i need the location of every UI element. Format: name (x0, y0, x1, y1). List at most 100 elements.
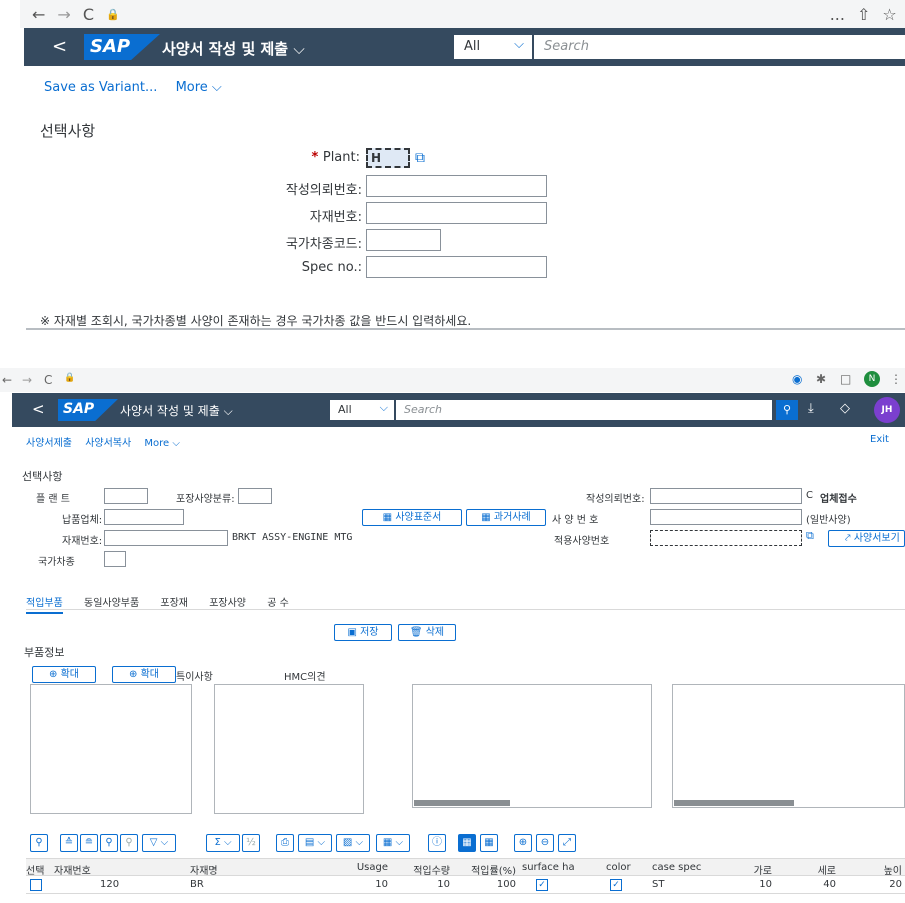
app-title[interactable]: 사양서 작성 및 제출 ⌵ (162, 38, 305, 59)
submit-spec-button[interactable]: 사양서제출 (26, 438, 72, 449)
material-no-label: 자재번호: (309, 210, 362, 225)
table-row[interactable]: 120 BR 10 10 100 ✓ ✓ ST 10 40 20 (26, 876, 905, 894)
zoom-button-2[interactable]: ⊕ 확대 (112, 666, 176, 683)
filter-icon[interactable]: ▽ ⌵ (142, 834, 176, 852)
export-icon[interactable]: ▨ ⌵ (336, 834, 370, 852)
back-icon[interactable]: < (32, 400, 45, 418)
browser-forward-icon[interactable]: → (22, 373, 32, 387)
scope-value: All (464, 39, 481, 54)
search-scope-select[interactable]: All ⌵ (330, 400, 394, 420)
request-no-field[interactable] (366, 175, 547, 197)
window-icon[interactable]: □ (840, 372, 851, 386)
row-select-checkbox[interactable] (30, 879, 42, 891)
print-icon[interactable]: ⎙ (276, 834, 294, 852)
find-icon[interactable]: ⚲ (100, 834, 118, 852)
delete-row-icon[interactable]: ⊖ (536, 834, 554, 852)
save-as-variant-button[interactable]: Save as Variant... (44, 80, 157, 95)
app-title[interactable]: 사양서 작성 및 제출 ⌵ (120, 402, 233, 419)
tab-packed-parts[interactable]: 적입부품 (26, 598, 63, 614)
save-button[interactable]: ▣ 저장 (334, 624, 392, 641)
material-no-field[interactable] (366, 202, 547, 224)
country-field[interactable] (104, 551, 126, 567)
layout-icon[interactable]: ▦ ⌵ (376, 834, 410, 852)
vendor-field[interactable] (104, 509, 184, 525)
col-header-surface: surface ha (522, 862, 575, 873)
request-no-field[interactable] (650, 488, 802, 504)
request-no-label: 작성의뢰번호: (586, 494, 645, 505)
details-icon[interactable]: ⚲ (30, 834, 48, 852)
spec-no-field[interactable] (650, 509, 802, 525)
browser-back-icon[interactable]: ← (32, 5, 45, 24)
scrollbar[interactable] (414, 800, 510, 806)
avatar[interactable]: JH (874, 397, 900, 423)
sort-asc-icon[interactable]: ≙ (60, 834, 78, 852)
special-notes-textarea[interactable] (30, 684, 192, 814)
delete-button[interactable]: 🗑 삭제 (398, 624, 456, 641)
fullscreen-icon[interactable]: ⤢ (558, 834, 576, 852)
zoom-icon: ⊕ (49, 669, 61, 680)
value-help-icon[interactable]: ⧉ (415, 150, 425, 166)
exit-button[interactable]: Exit (870, 434, 889, 445)
app-title-text: 사양서 작성 및 제출 (120, 404, 220, 418)
material-field[interactable] (104, 530, 228, 546)
extension-icon[interactable]: ◉ (792, 372, 802, 386)
zoom-button-1[interactable]: ⊕ 확대 (32, 666, 96, 683)
back-icon[interactable]: < (52, 36, 67, 57)
tab-labor[interactable]: 공 수 (267, 598, 289, 609)
color-checkbox[interactable]: ✓ (610, 879, 622, 891)
share-icon[interactable]: ⇧ (857, 5, 870, 24)
tab-packaging-spec[interactable]: 포장사양 (209, 598, 246, 609)
value-help-icon[interactable]: ⧉ (806, 529, 814, 543)
scrollbar[interactable] (674, 800, 794, 806)
add-row-icon[interactable]: ⊕ (514, 834, 532, 852)
applied-spec-field[interactable] (650, 530, 802, 546)
find-next-icon[interactable]: ⚲ (120, 834, 138, 852)
cell-material-name: BR (190, 879, 204, 890)
menu-icon[interactable]: ⋮ (890, 372, 902, 386)
more-button[interactable]: More ⌵ (144, 438, 180, 449)
past-case-button[interactable]: ▦ 과거사례 (466, 509, 546, 526)
more-button[interactable]: More ⌵ (176, 80, 222, 95)
search-input[interactable]: Search (534, 35, 905, 59)
tab-packaging-material[interactable]: 포장재 (160, 598, 188, 609)
std-doc-button[interactable]: ▦ 사양표준서 (362, 509, 462, 526)
col-header-select: 선택 (26, 866, 45, 877)
hmc-opinion-textarea[interactable] (214, 684, 364, 814)
search-input[interactable]: Search (396, 400, 772, 420)
lock-icon: 🔒 (105, 7, 120, 21)
browser-reload-icon[interactable]: C (44, 373, 52, 387)
profile-icon[interactable]: N (864, 371, 880, 387)
country-code-field[interactable] (366, 229, 441, 251)
browser-reload-icon[interactable]: C (83, 5, 94, 24)
parts-info-title: 부품정보 (24, 646, 65, 659)
document-icon: ▦ (382, 512, 396, 523)
browser-more-icon[interactable]: ... (830, 5, 845, 24)
cell-height: 20 (889, 879, 902, 890)
sort-desc-icon[interactable]: ≘ (80, 834, 98, 852)
select-all-icon[interactable]: ▦ (458, 834, 476, 852)
subtotal-icon[interactable]: ½ (242, 834, 260, 852)
view-icon[interactable]: ▤ ⌵ (298, 834, 332, 852)
spec-no-field[interactable] (366, 256, 547, 278)
spec-view-button[interactable]: ⤤ 사양서보기 (828, 530, 905, 547)
plant-field[interactable]: H (366, 148, 410, 168)
notification-icon[interactable]: ◇ (840, 401, 850, 416)
stage: ← → C 🔒 ... ⇧ ☆ < SAP 사양서 작성 및 제출 ⌵ All … (0, 0, 905, 903)
tab-same-spec-parts[interactable]: 동일사양부품 (84, 598, 139, 609)
surface-checkbox[interactable]: ✓ (536, 879, 548, 891)
search-scope-select[interactable]: All ⌵ (454, 35, 532, 59)
copy-spec-button[interactable]: 사양서복사 (85, 438, 131, 449)
col-header-qty: 적입수량 (413, 866, 450, 877)
deselect-all-icon[interactable]: ▦ (480, 834, 498, 852)
browser-forward-icon[interactable]: → (57, 5, 70, 24)
plant-label: 플 랜 트 (36, 494, 70, 505)
plant-field[interactable] (104, 488, 148, 504)
browser-back-icon[interactable]: ← (2, 373, 12, 387)
search-icon[interactable]: ⚲ (776, 400, 798, 420)
info-icon[interactable]: ⓘ (428, 834, 446, 852)
download-icon[interactable]: ⤓ (808, 401, 814, 416)
packaging-class-field[interactable] (238, 488, 272, 504)
star-icon[interactable]: ☆ (882, 5, 896, 24)
puzzle-icon[interactable]: ✱ (816, 372, 826, 386)
sum-icon[interactable]: Σ ⌵ (206, 834, 240, 852)
